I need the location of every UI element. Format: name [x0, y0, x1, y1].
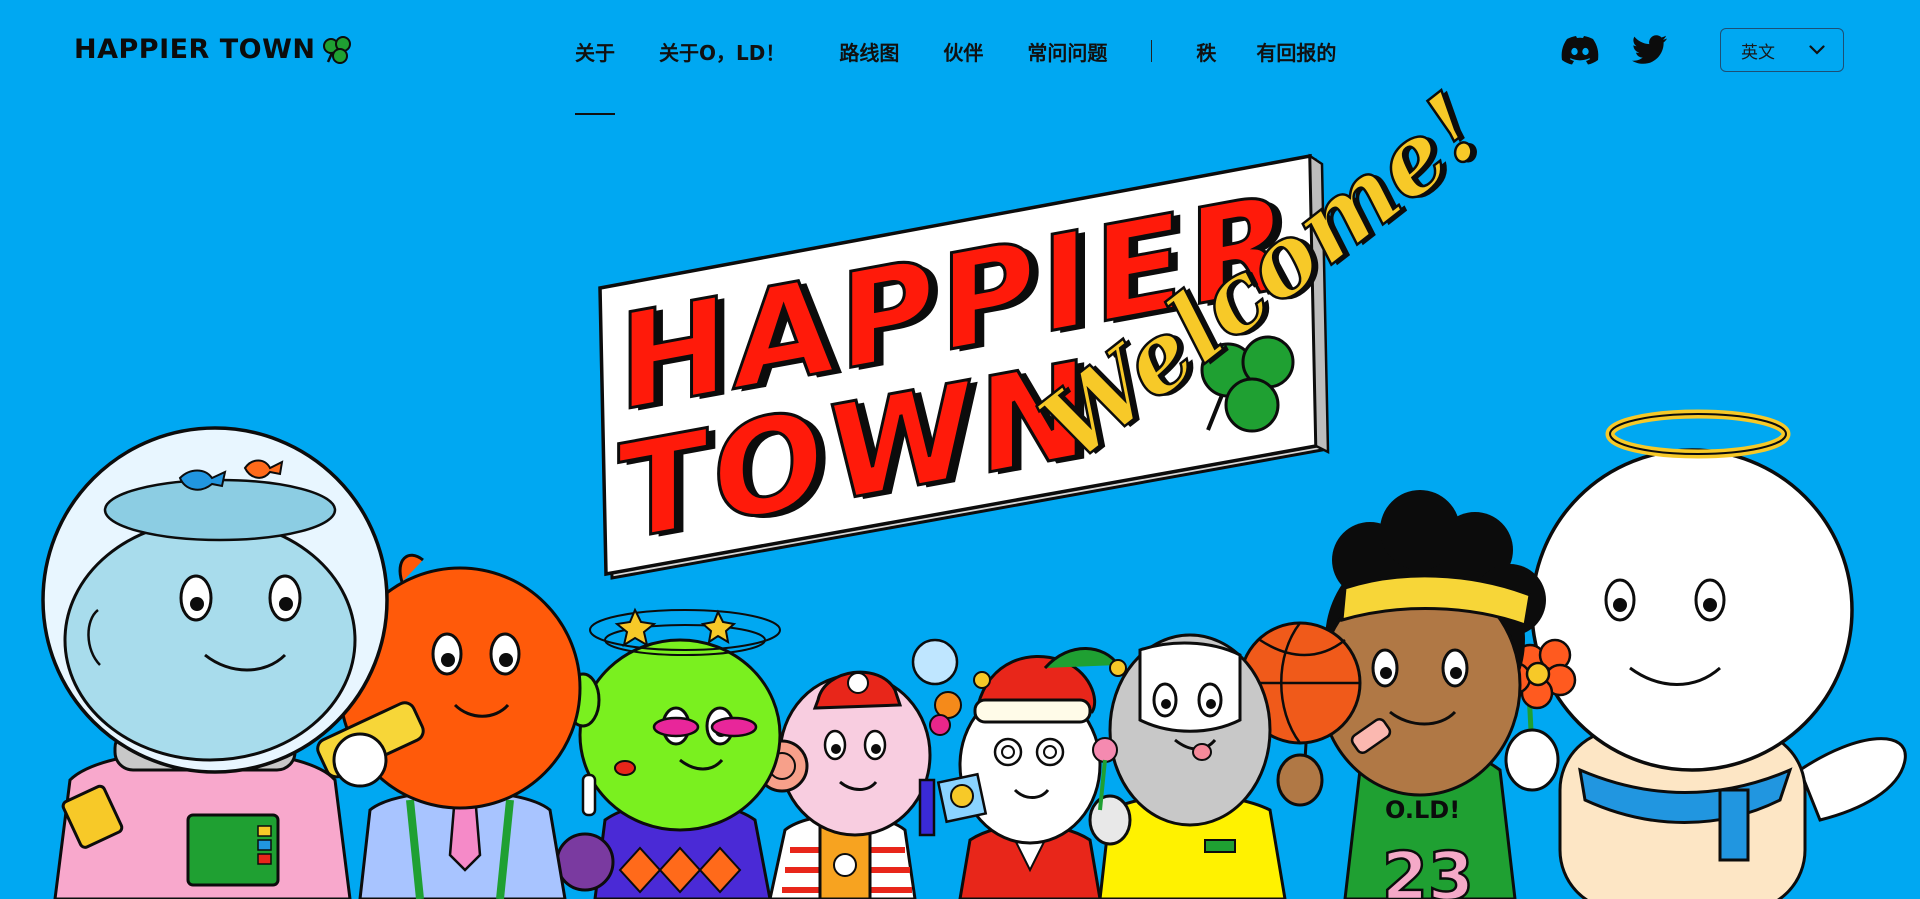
nav-divider — [1151, 40, 1153, 62]
jersey-text: O.LD! — [1385, 796, 1460, 824]
character-cap — [755, 638, 962, 899]
brand-logo[interactable]: HAPPIER TOWN — [74, 34, 352, 65]
sign-line1-front: HAPPIER — [618, 164, 1293, 442]
nav-faq[interactable]: 常问问题 — [1027, 37, 1107, 66]
character-astronaut — [41, 426, 389, 899]
nav-rank[interactable]: 秩 — [1196, 37, 1216, 66]
hero-banner: HAPPIER HAPPIER TOWN TOWN Welcome! Welco… — [0, 0, 1920, 899]
character-alien — [555, 607, 782, 899]
twitter-link[interactable] — [1630, 30, 1670, 70]
language-selected: 英文 — [1741, 42, 1775, 62]
nav-roadmap[interactable]: 路线图 — [839, 37, 899, 66]
sign-script-front: Welcome! — [1020, 71, 1503, 483]
sign-line1: HAPPIER — [626, 167, 1301, 445]
clover-icon — [322, 35, 351, 64]
language-select[interactable]: 英文 — [1720, 28, 1844, 72]
sign-line2: TOWN — [626, 334, 1100, 575]
character-robot — [1088, 633, 1287, 899]
character-angel — [1498, 409, 1907, 899]
sign-clover-icon — [1200, 335, 1295, 433]
nav-partners[interactable]: 伙伴 — [943, 37, 983, 66]
discord-icon — [1561, 36, 1599, 65]
jersey-number: 23 — [1382, 838, 1474, 899]
character-jester — [936, 647, 1127, 899]
discord-link[interactable] — [1560, 30, 1600, 70]
nav-rewards[interactable]: 有回报的 — [1256, 37, 1336, 66]
character-basketball: O.LD! 23 — [1238, 490, 1546, 899]
twitter-icon — [1632, 35, 1667, 64]
nav-about[interactable]: 关于 — [575, 37, 615, 115]
character-orange — [316, 553, 582, 899]
hero-illustration: HAPPIER HAPPIER TOWN TOWN Welcome! Welco… — [41, 70, 1907, 899]
nav-about-old[interactable]: 关于O，LD！ — [659, 37, 785, 66]
chevron-down-icon — [1809, 45, 1825, 55]
main-nav: 关于 关于O，LD！ 路线图 伙伴 常问问题 秩 有回报的 — [575, 36, 1336, 115]
sign-script: Welcome! — [1025, 72, 1508, 484]
sign-line2-front: TOWN — [618, 331, 1092, 572]
welcome-sign: HAPPIER HAPPIER TOWN TOWN Welcome! Welco… — [598, 70, 1508, 580]
logo-text: HAPPIER TOWN — [74, 34, 316, 65]
